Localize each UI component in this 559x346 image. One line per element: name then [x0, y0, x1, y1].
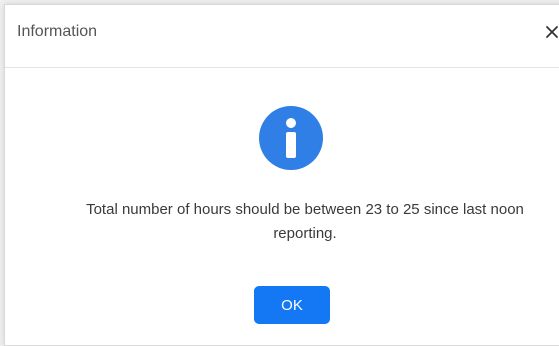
close-icon[interactable] — [545, 25, 559, 39]
message-line: reporting. — [273, 225, 337, 242]
info-icon — [259, 106, 323, 170]
information-dialog: Information Total number of hours should… — [4, 4, 559, 346]
ok-button[interactable]: OK — [254, 286, 330, 324]
dialog-header: Information — [5, 5, 559, 68]
dialog-title: Information — [17, 23, 98, 40]
dialog-message: Total number of hours should be between … — [5, 198, 559, 246]
message-line: Total number of hours should be between … — [86, 201, 524, 218]
